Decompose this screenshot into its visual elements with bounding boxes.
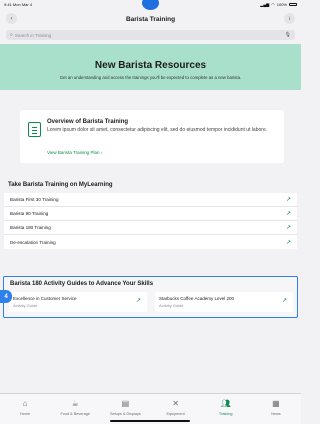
tab-label: Equipment [166, 412, 185, 416]
search-icon: ⌕ [10, 32, 13, 38]
arrow-up-right-icon: ↗ [285, 197, 291, 203]
tab-label: News [271, 412, 281, 416]
tab-food-beverage[interactable]: ☕︎ Food & Beverage [55, 399, 95, 416]
tab-news[interactable]: ▦ News [256, 399, 296, 416]
overview-title: Overview of Barista Training [47, 119, 129, 125]
tab-training[interactable]: 👥︎ Training [206, 399, 246, 416]
tab-equipment[interactable]: ✕ Equipment [156, 399, 196, 416]
info-icon: i [288, 15, 291, 22]
status-time: 9:41 [4, 1, 12, 7]
battery-icon [289, 2, 297, 6]
tab-setups-displays[interactable]: ▤ Setups & Displays [105, 399, 145, 416]
activity-guide-type: Activity Guide [13, 302, 38, 308]
tab-label: Training [218, 412, 233, 416]
search-input[interactable]: Search in Training [15, 33, 285, 38]
list-item-label: Barista 90 Training [10, 211, 49, 216]
tab-label: Home [20, 412, 31, 416]
list-item-label: Barista First 30 Training [10, 197, 59, 202]
tab-label: Food & Beverage [60, 412, 91, 416]
page-title: Barista Training [125, 15, 176, 23]
list-item-label: Barista 180 Training [10, 225, 51, 230]
people-icon: 👥︎ [220, 399, 231, 408]
activity-guide-type: Activity Guide [159, 302, 184, 308]
home-icon: ⌂ [22, 399, 28, 408]
search-bar[interactable]: ⌕ Search in Training 🎙︎ [6, 30, 295, 40]
nav-bar: ‹ Barista Training i [6, 12, 295, 26]
list-item[interactable]: Barista 180 Training ↗ [4, 221, 297, 235]
activity-guide-title: Starbucks Coffee Academy Level 200 [159, 296, 234, 301]
home-indicator [110, 420, 190, 422]
list-item[interactable]: Barista 90 Training ↗ [4, 207, 297, 221]
chevron-left-icon: ‹ [10, 15, 13, 22]
activity-guides-section: Barista 180 Activity Guides to Advance Y… [3, 276, 298, 318]
tools-icon: ✕ [172, 399, 179, 408]
document-icon [28, 122, 41, 137]
info-button[interactable]: i [284, 13, 295, 24]
activity-guides-title: Barista 180 Activity Guides to Advance Y… [10, 281, 154, 287]
back-button[interactable]: ‹ [6, 13, 17, 24]
signal-icon: ▂▄▆ [260, 1, 270, 7]
arrow-up-right-icon: ↗ [285, 239, 291, 246]
overview-card[interactable]: Overview of Barista Training Lorem ipsum… [20, 110, 284, 163]
arrow-up-right-icon: ↗ [285, 211, 291, 217]
chevron-right-icon: › [100, 150, 103, 155]
view-training-plan-label: View Barista Training Plan [47, 150, 100, 155]
battery-percent: 100% [276, 1, 287, 7]
status-indicators: ▂▄▆ ◠ 100% [260, 2, 297, 7]
view-training-plan-link[interactable]: View Barista Training Plan › [47, 150, 102, 155]
arrow-up-right-icon: ↗ [281, 298, 287, 304]
news-icon: ▦ [272, 399, 280, 408]
cup-icon: ☕︎ [71, 399, 79, 408]
tab-label: Setups & Displays [109, 412, 141, 416]
wifi-icon: ◠ [271, 1, 275, 7]
list-item[interactable]: Barista First 30 Training ↗ [4, 193, 297, 207]
step-number-badge: 4 [0, 290, 12, 303]
overview-description: Lorem ipsum dolor sit amet, consectetur … [47, 127, 268, 133]
list-item-label: De-escalation Training [10, 239, 56, 245]
tab-home[interactable]: ⌂ Home [5, 399, 45, 416]
status-time-date: 9:41 Mon Mar 4 [4, 2, 32, 7]
mylearning-section-title: Take Barista Training on MyLearning [8, 182, 113, 188]
list-item[interactable]: De-escalation Training ↗ [4, 235, 297, 249]
activity-guide-card[interactable]: Starbucks Coffee Academy Level 200 Activ… [155, 292, 293, 312]
activity-guide-card[interactable]: Excellence in Customer Service Activity … [9, 292, 147, 312]
status-date: Mon Mar 4 [12, 1, 33, 7]
hero-subtitle: Get an understanding and access the trai… [59, 75, 242, 80]
hero-banner: New Barista Resources Get an understandi… [0, 44, 301, 90]
top-indicator-dot [142, 0, 159, 10]
mylearning-list: Barista First 30 Training ↗ Barista 90 T… [4, 193, 297, 249]
arrow-up-right-icon: ↗ [285, 225, 291, 231]
hero-title: New Barista Resources [94, 60, 207, 71]
arrow-up-right-icon: ↗ [135, 298, 141, 304]
activity-guide-title: Excellence in Customer Service [13, 296, 77, 301]
clipboard-icon: ▤ [121, 399, 130, 408]
microphone-icon[interactable]: 🎙︎ [285, 32, 291, 38]
